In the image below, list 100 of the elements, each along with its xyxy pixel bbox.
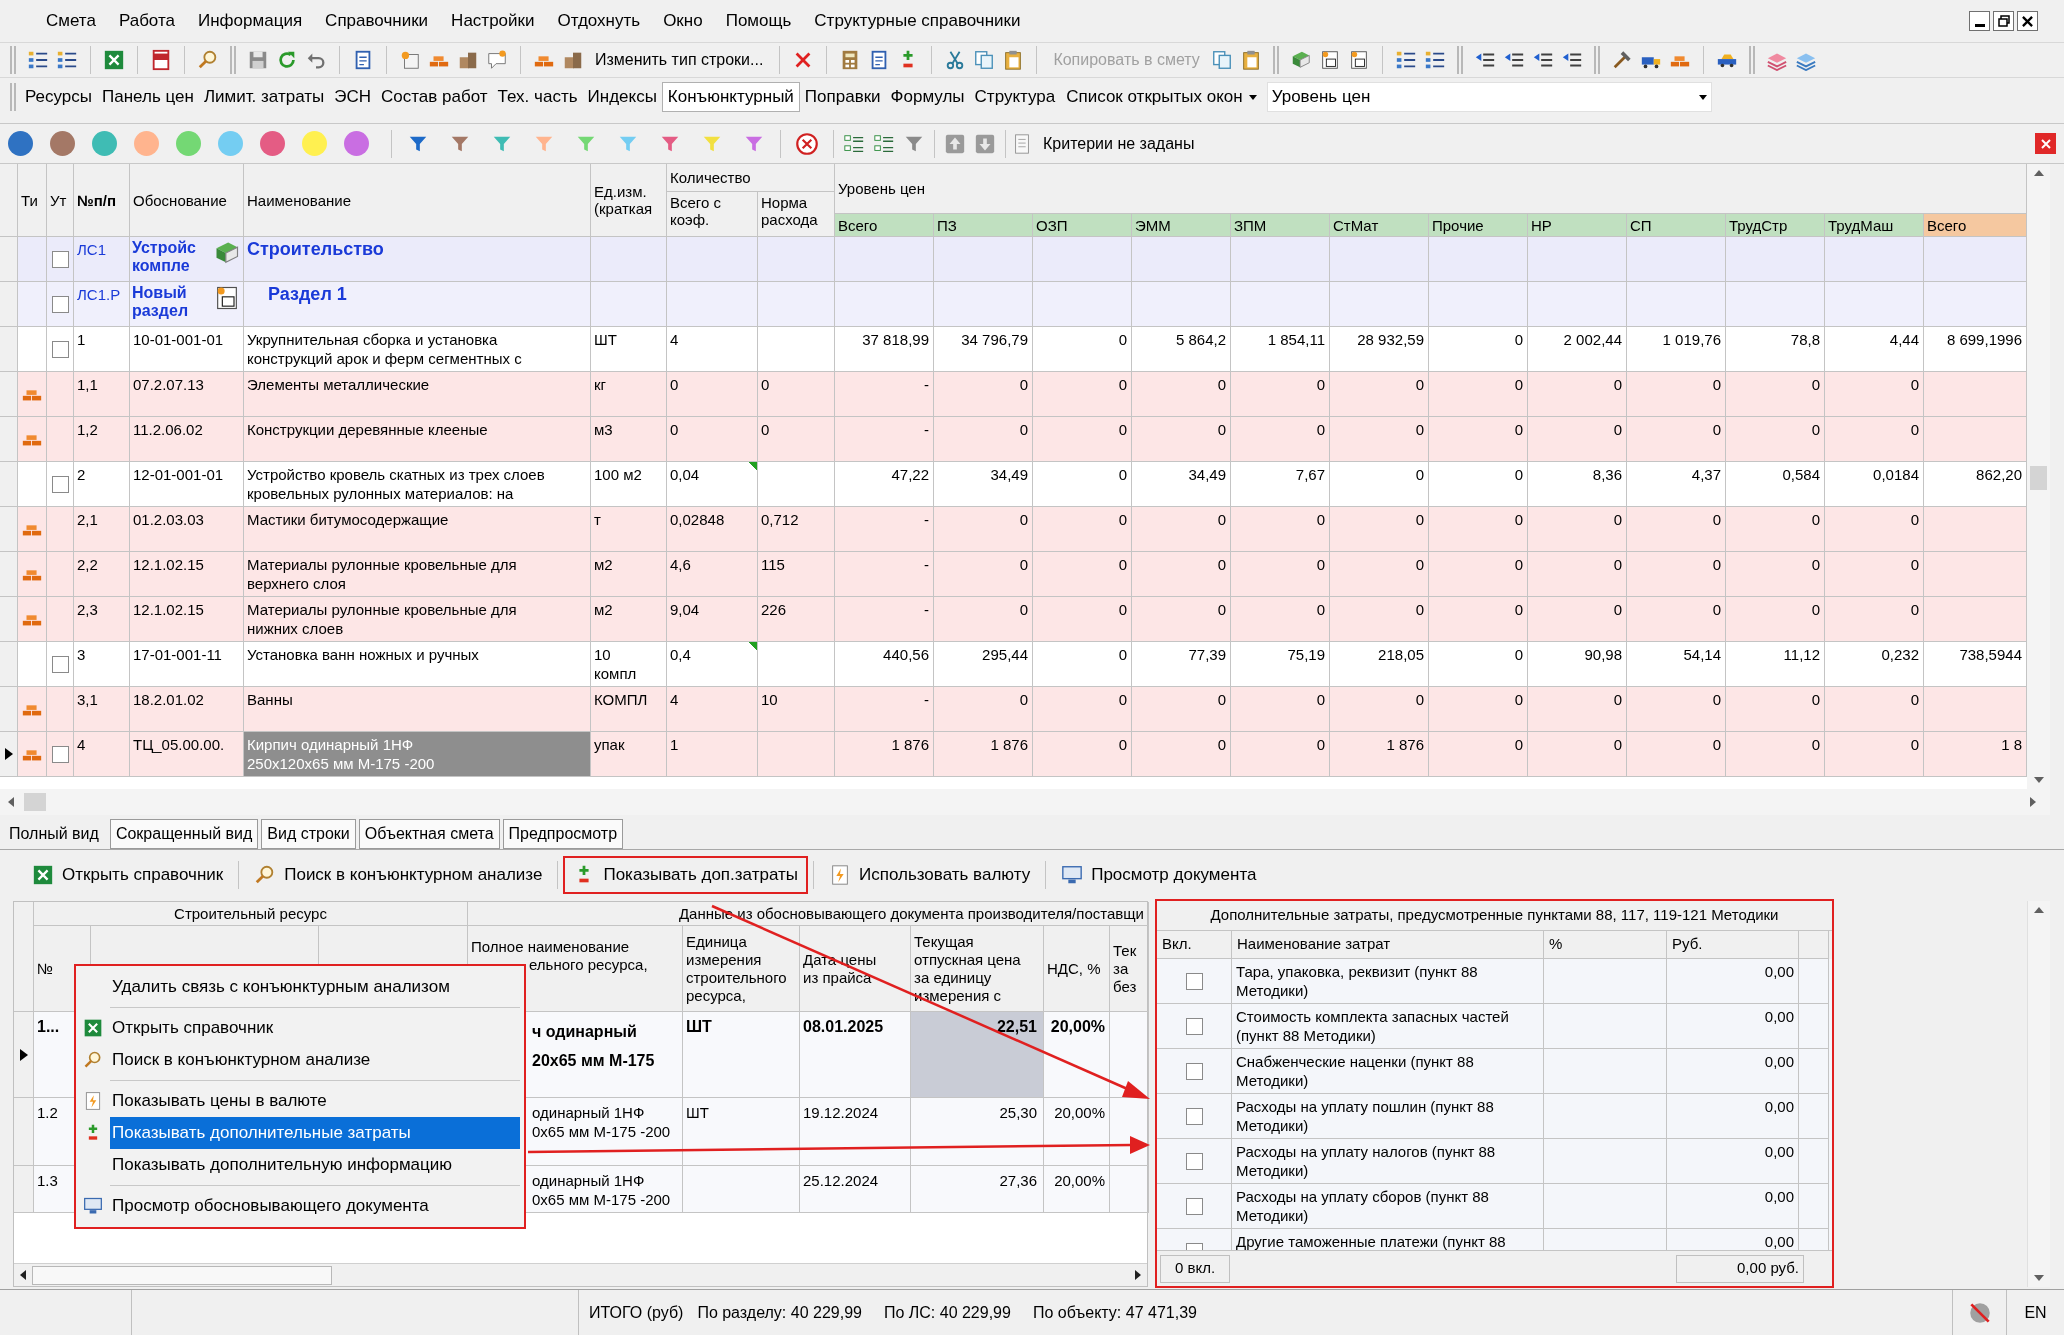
color-marker[interactable] bbox=[218, 131, 243, 156]
refresh-icon[interactable] bbox=[276, 49, 298, 71]
scrollbar[interactable] bbox=[2027, 164, 2050, 789]
column-header[interactable]: % bbox=[1544, 931, 1667, 959]
column-header[interactable]: ОЗП bbox=[1033, 214, 1132, 237]
scroll-up-icon[interactable] bbox=[2034, 907, 2044, 913]
color-marker[interactable] bbox=[134, 131, 159, 156]
color-marker[interactable] bbox=[302, 131, 327, 156]
tab[interactable]: Панель цен bbox=[97, 82, 199, 112]
toolbar-grip[interactable] bbox=[1456, 46, 1463, 74]
tab[interactable]: Состав работ bbox=[376, 82, 493, 112]
toolbar-grip[interactable] bbox=[10, 46, 16, 74]
column-header[interactable]: Всего bbox=[1924, 214, 2027, 237]
checkbox[interactable] bbox=[51, 250, 69, 268]
column-header[interactable]: Вкл. bbox=[1157, 931, 1232, 959]
column-header[interactable]: Прочие bbox=[1429, 214, 1528, 237]
scrollbar-thumb[interactable] bbox=[32, 1265, 332, 1285]
checkbox[interactable] bbox=[1185, 972, 1203, 990]
scrollbar[interactable] bbox=[14, 1263, 1147, 1286]
checkbox[interactable] bbox=[51, 340, 69, 358]
tab[interactable]: Индексы bbox=[582, 82, 662, 112]
toolbar-grip[interactable] bbox=[1593, 46, 1600, 74]
copy-icon[interactable] bbox=[973, 49, 996, 71]
document-icon[interactable] bbox=[150, 49, 172, 71]
toolbar-grip[interactable] bbox=[1272, 46, 1279, 74]
list-icon[interactable] bbox=[27, 49, 49, 71]
menu-item[interactable]: Помощь bbox=[723, 8, 794, 34]
checklist-icon[interactable] bbox=[873, 132, 895, 155]
color-marker[interactable] bbox=[50, 131, 75, 156]
tab[interactable]: Формулы bbox=[885, 82, 970, 112]
tab[interactable]: Конъюнктурный bbox=[661, 82, 800, 112]
list-icon[interactable] bbox=[1423, 49, 1446, 71]
checkbox[interactable] bbox=[51, 745, 69, 763]
language-indicator[interactable]: EN bbox=[2024, 1300, 2047, 1325]
column-header[interactable]: ТрудМаш bbox=[1825, 214, 1924, 237]
menu-item[interactable]: Структурные справочники bbox=[812, 8, 1023, 34]
list-icon[interactable] bbox=[1394, 49, 1417, 71]
scrollbar[interactable] bbox=[0, 789, 2050, 815]
speech-bubble-icon[interactable] bbox=[486, 49, 508, 71]
color-marker[interactable] bbox=[176, 131, 201, 156]
column-header[interactable]: СП bbox=[1627, 214, 1726, 237]
toolbar-grip[interactable] bbox=[230, 46, 236, 74]
toolbar-button[interactable]: Использовать валюту bbox=[819, 855, 1041, 894]
column-header[interactable]: ЭММ bbox=[1132, 214, 1231, 237]
checkbox[interactable] bbox=[1185, 1197, 1203, 1215]
scrollbar[interactable] bbox=[2027, 901, 2050, 1287]
dropdown-button[interactable]: Список открытых окон bbox=[1060, 82, 1263, 112]
checklist-icon[interactable] bbox=[843, 132, 865, 155]
tab[interactable]: Сокращенный вид bbox=[109, 819, 259, 849]
color-marker[interactable] bbox=[260, 131, 285, 156]
scroll-up-icon[interactable] bbox=[2033, 170, 2044, 176]
column-header[interactable]: Всего bbox=[835, 214, 934, 237]
tab[interactable]: ЭСН bbox=[329, 82, 377, 112]
toolbar-button[interactable]: Поиск в конъюнктурном анализе bbox=[244, 855, 553, 894]
column-header[interactable]: Руб. bbox=[1667, 931, 1799, 959]
toolbar-button[interactable]: Показывать доп.затраты bbox=[563, 855, 808, 894]
scroll-down-icon[interactable] bbox=[2034, 1275, 2044, 1281]
clear-filter-icon[interactable] bbox=[794, 130, 820, 157]
toolbar-button[interactable]: Изменить тип строки... bbox=[591, 48, 768, 72]
column-header[interactable]: ЗПМ bbox=[1231, 214, 1330, 237]
menu-item[interactable]: Настройки bbox=[449, 8, 537, 34]
restore-button[interactable] bbox=[1993, 11, 2014, 31]
color-marker[interactable] bbox=[8, 131, 33, 156]
scrollbar-thumb[interactable] bbox=[2030, 466, 2047, 490]
scroll-left-icon[interactable] bbox=[20, 1270, 26, 1280]
price-level-dropdown[interactable]: Уровень цен bbox=[1266, 82, 1712, 112]
toolbar-grip[interactable] bbox=[10, 83, 16, 111]
tab[interactable]: Ресурсы bbox=[20, 82, 98, 112]
column-header[interactable]: ПЗ bbox=[934, 214, 1033, 237]
checkbox[interactable] bbox=[1185, 1062, 1203, 1080]
tab[interactable]: Поправки bbox=[799, 82, 886, 112]
copy-icon[interactable] bbox=[1210, 49, 1233, 71]
color-marker[interactable] bbox=[92, 131, 117, 156]
checkbox[interactable] bbox=[51, 655, 69, 673]
checkbox[interactable] bbox=[1185, 1107, 1203, 1125]
column-header[interactable]: СтМат bbox=[1330, 214, 1429, 237]
minimize-button[interactable] bbox=[1969, 11, 1990, 31]
column-header[interactable]: Наименование затрат bbox=[1232, 931, 1544, 959]
menu-item[interactable]: Работа bbox=[116, 8, 177, 34]
column-header[interactable]: ТрудСтр bbox=[1726, 214, 1825, 237]
scroll-right-icon[interactable] bbox=[1135, 1270, 1141, 1280]
menu-item[interactable]: Информация bbox=[196, 8, 305, 34]
tab[interactable]: Предпросмотр bbox=[502, 819, 624, 849]
save-icon[interactable] bbox=[247, 49, 269, 71]
menu-item[interactable]: Справочники bbox=[323, 8, 431, 34]
column-header[interactable]: НР bbox=[1528, 214, 1627, 237]
spreadsheet-icon[interactable] bbox=[103, 49, 125, 71]
checkbox[interactable] bbox=[51, 295, 69, 313]
checkbox[interactable] bbox=[1185, 1152, 1203, 1170]
scrollbar-thumb[interactable] bbox=[24, 793, 46, 811]
color-marker[interactable] bbox=[344, 131, 369, 156]
toolbar-grip[interactable] bbox=[1748, 46, 1755, 74]
toolbar-button[interactable]: Открыть справочник bbox=[22, 855, 234, 894]
menu-item[interactable]: Окно bbox=[661, 8, 705, 34]
menu-item[interactable]: Смета bbox=[44, 8, 98, 34]
list-icon[interactable] bbox=[56, 49, 78, 71]
tab[interactable]: Тех. часть bbox=[492, 82, 583, 112]
toolbar-button[interactable]: Просмотр документа bbox=[1051, 855, 1267, 894]
menu-item[interactable]: Показывать дополнительные затраты bbox=[110, 1117, 520, 1149]
checkbox[interactable] bbox=[51, 475, 69, 493]
